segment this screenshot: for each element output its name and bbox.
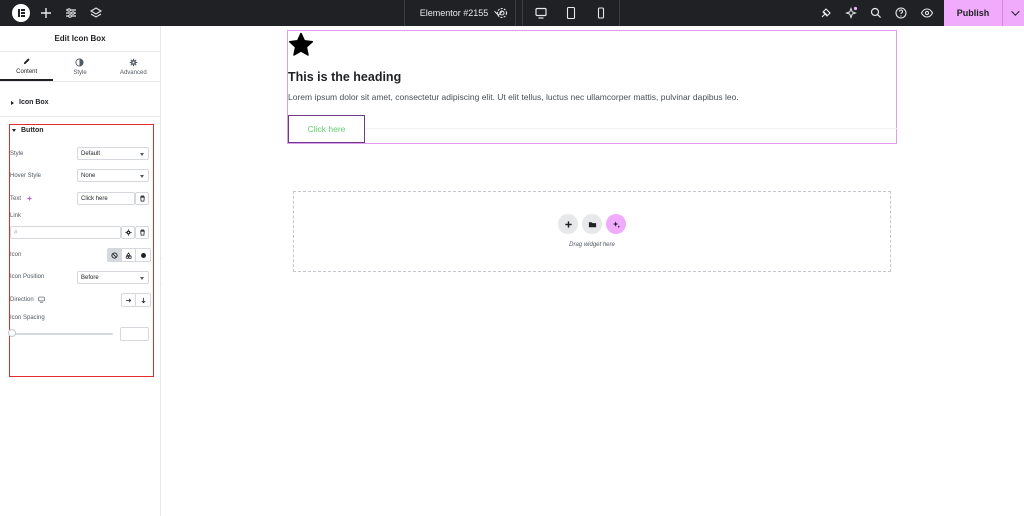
icon-position-select-value: Before [81, 274, 99, 281]
text-label: Text [10, 195, 33, 202]
tab-style-label: Style [73, 69, 87, 76]
text-input[interactable]: Click here [77, 192, 135, 205]
settings-sliders-icon[interactable] [63, 5, 79, 21]
tab-style[interactable]: Style [53, 52, 106, 81]
icon-box-widget[interactable] [287, 30, 897, 144]
icon-label: Icon [10, 252, 22, 258]
caret-down-icon [12, 129, 16, 132]
add-section-button[interactable] [558, 214, 578, 234]
ai-sparkle-icon[interactable] [26, 195, 33, 202]
direction-label: Direction [10, 296, 46, 304]
drop-zone-hint: Drag widget here [569, 242, 615, 248]
section-divider [0, 116, 160, 117]
no-icon-option[interactable] [108, 249, 122, 261]
arrow-right-icon [125, 297, 132, 303]
ban-icon [111, 251, 118, 259]
pencil-icon [23, 57, 30, 64]
folder-icon [588, 221, 596, 227]
publish-options-button[interactable] [1002, 0, 1024, 26]
help-icon[interactable] [893, 5, 909, 21]
ai-sparkle-icon [612, 220, 620, 228]
star-icon [288, 32, 314, 56]
chevron-down-icon [1010, 7, 1020, 16]
direction-column-option[interactable] [136, 294, 150, 306]
hover-style-select[interactable]: None [77, 169, 149, 182]
publish-button[interactable]: Publish [944, 0, 1002, 26]
contrast-icon [75, 57, 85, 67]
tab-content-label: Content [16, 68, 38, 75]
icon-spacing-label: Icon Spacing [10, 315, 45, 321]
site-settings-icon[interactable] [494, 5, 510, 21]
add-icon [564, 220, 572, 228]
text-label-text: Text [10, 196, 22, 203]
icon-choice-control [107, 248, 151, 262]
widget-button[interactable]: Click here [288, 115, 365, 143]
style-select-value: Default [81, 150, 101, 157]
icon-spacing-slider-track[interactable] [12, 333, 113, 335]
tab-advanced[interactable]: Advanced [107, 52, 160, 81]
desktop-icon[interactable] [533, 5, 549, 21]
top-bar: Elementor #2155 Publish [0, 0, 1024, 26]
ai-notification-icon[interactable] [843, 5, 859, 21]
direction-row-option[interactable] [122, 294, 136, 306]
add-icon[interactable] [38, 5, 54, 21]
add-template-button[interactable] [582, 214, 602, 234]
icon-library-option[interactable] [122, 249, 136, 261]
tablet-icon[interactable] [563, 5, 579, 21]
circle-icon [140, 252, 146, 258]
ai-build-button[interactable] [606, 214, 626, 234]
section-icon-box-toggle[interactable]: Icon Box [11, 99, 49, 106]
tab-advanced-label: Advanced [119, 69, 147, 76]
caret-right-icon [11, 100, 14, 105]
panel-title: Edit Icon Box [0, 26, 160, 52]
caret-down-icon [140, 175, 144, 178]
hover-style-label: Hover Style [10, 173, 42, 179]
caret-down-icon [140, 153, 144, 156]
gear-icon [129, 58, 138, 66]
link-input[interactable]: # [10, 226, 121, 239]
icon-spacing-slider-handle[interactable] [8, 329, 16, 337]
icon-position-select[interactable]: Before [77, 271, 149, 284]
panel-tabs: Content Style Advanced [0, 52, 160, 82]
editor-panel: Edit Icon Box Content Style Advanced Ico… [0, 26, 161, 516]
widget-description: Lorem ipsum dolor sit amet, consectetur … [288, 92, 739, 102]
search-icon[interactable] [868, 5, 884, 21]
integrations-icon[interactable] [818, 5, 834, 21]
section-button-title: Button [21, 127, 44, 134]
mobile-icon[interactable] [593, 5, 609, 21]
divider [365, 128, 897, 129]
preview-canvas: This is the heading Lorem ipsum dolor si… [162, 26, 1024, 516]
style-label: Style [10, 151, 24, 157]
direction-label-text: Direction [10, 297, 34, 304]
link-label: Link [10, 213, 22, 219]
document-title: Elementor #2155 [419, 8, 489, 18]
caret-down-icon [140, 277, 144, 280]
drop-zone[interactable]: Drag widget here [293, 191, 891, 272]
icon-spacing-input[interactable] [120, 327, 149, 341]
trash-icon[interactable] [135, 192, 149, 205]
elementor-logo-icon[interactable] [12, 4, 30, 22]
style-select[interactable]: Default [77, 147, 149, 160]
hover-style-select-value: None [81, 172, 96, 179]
section-button-toggle[interactable]: Button [12, 127, 44, 134]
custom-icon-option[interactable] [136, 249, 150, 261]
direction-choice-control [121, 293, 151, 307]
icon-position-label: Icon Position [10, 274, 45, 280]
preview-icon[interactable] [919, 5, 935, 21]
tab-content[interactable]: Content [0, 52, 54, 81]
responsive-mode-switcher [522, 0, 620, 26]
desktop-icon[interactable] [38, 296, 46, 303]
link-options-gear-icon[interactable] [121, 226, 135, 239]
layers-icon[interactable] [88, 5, 104, 21]
arrow-down-icon [140, 297, 146, 303]
section-icon-box-title: Icon Box [19, 99, 49, 106]
shapes-icon [125, 251, 132, 259]
widget-heading: This is the heading [288, 70, 402, 84]
trash-icon[interactable] [135, 226, 149, 239]
